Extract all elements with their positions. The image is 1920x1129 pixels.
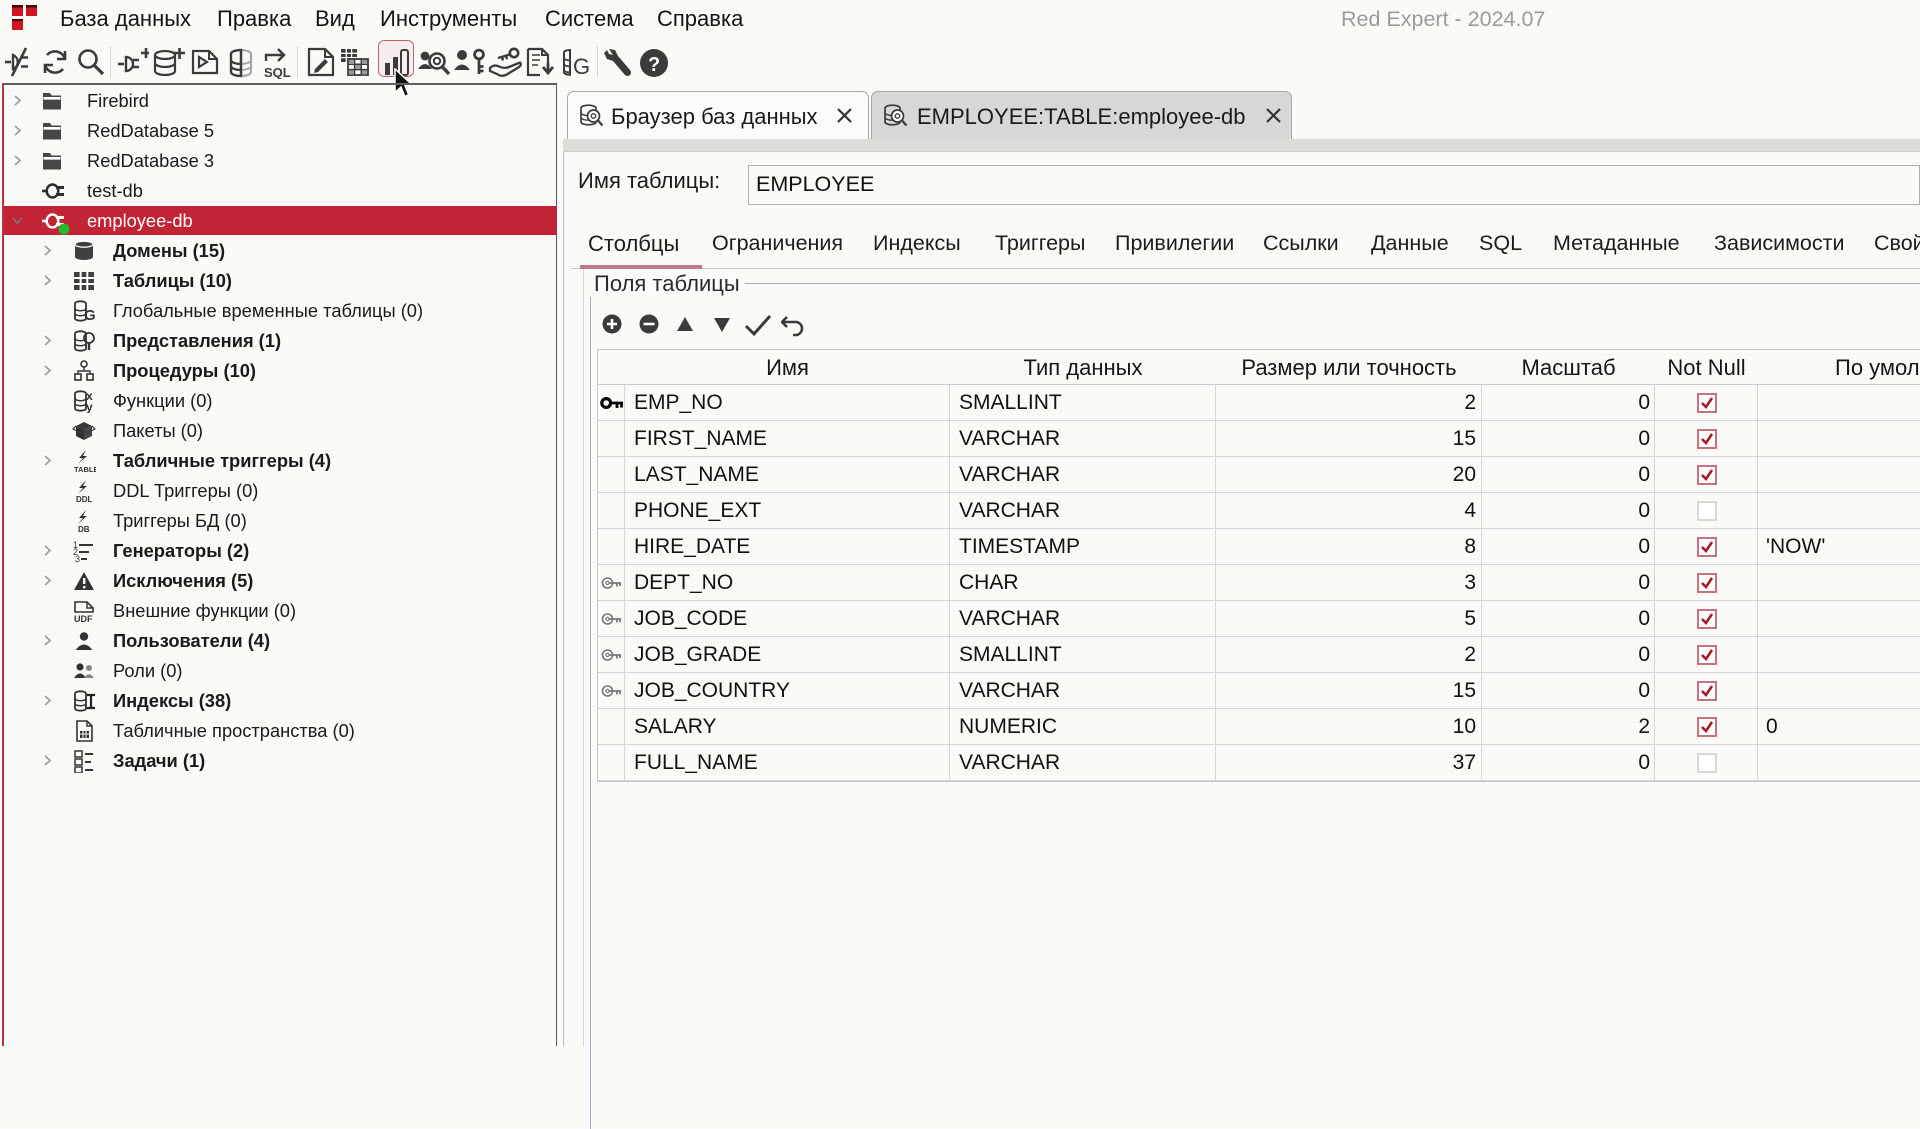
svg-text:TABLE: TABLE [74,465,96,473]
svg-text:G: G [84,307,96,323]
svg-text:SQL: SQL [264,65,291,79]
svg-text:y: y [86,400,93,413]
svg-text:DB: DB [78,525,90,533]
svg-text:G: G [573,54,590,79]
svg-text:3: 3 [75,554,80,563]
svg-text:UDF: UDF [74,614,93,623]
svg-text:DDL: DDL [76,495,93,503]
svg-text:?: ? [648,54,660,76]
